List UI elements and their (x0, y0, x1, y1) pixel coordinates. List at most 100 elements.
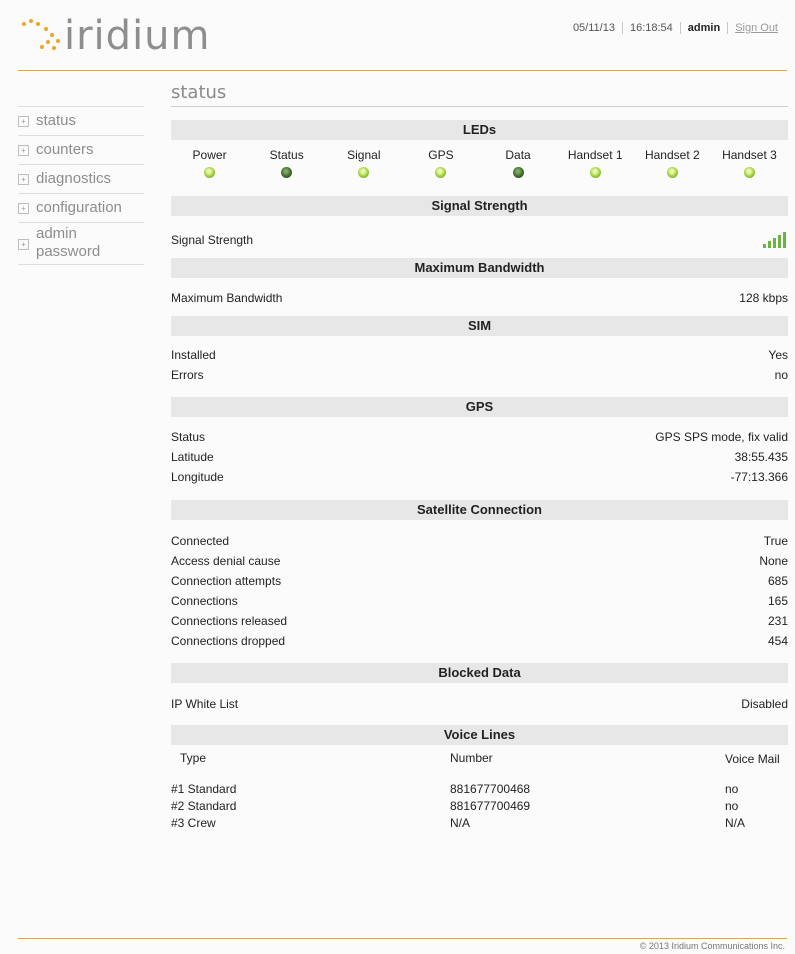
cell-number: 881677700469 (450, 799, 531, 813)
header-divider (18, 70, 787, 71)
sidebar-item-counters[interactable]: + counters (18, 136, 144, 165)
row-label: Installed (171, 348, 216, 362)
current-user: admin (681, 22, 729, 34)
table-row: #3 Crew N/A N/A (171, 815, 788, 832)
row-value: Yes (768, 348, 788, 362)
sim-errors-row: Errors no (171, 365, 788, 385)
led-label: Data (505, 148, 531, 162)
table-header: Type Number Voice Mail (171, 745, 788, 781)
led-handset-1: Handset 1 (557, 140, 634, 196)
row-label: Connections released (171, 614, 288, 628)
sat-connections-row: Connections 165 (171, 591, 788, 611)
sidebar-item-configuration[interactable]: + configuration (18, 194, 144, 223)
led-label: Power (192, 148, 227, 162)
led-power: Power (171, 140, 248, 196)
led-status: Status (248, 140, 325, 196)
sat-released-row: Connections released 231 (171, 611, 788, 631)
row-label: IP White List (171, 697, 239, 711)
row-value: 685 (767, 574, 788, 588)
row-value: -77:13.366 (730, 470, 788, 484)
sidebar-item-label: admin password (36, 225, 101, 260)
sat-dropped-row: Connections dropped 454 (171, 631, 788, 651)
gps-latitude-row: Latitude 38:55.435 (171, 447, 788, 467)
sat-attempts-row: Connection attempts 685 (171, 571, 788, 591)
date-display: 05/11/13 (566, 22, 623, 34)
row-label: Status (171, 430, 206, 444)
cell-voicemail: N/A (725, 816, 746, 830)
max-bandwidth-heading: Maximum Bandwidth (171, 258, 788, 278)
row-value: no (774, 368, 788, 382)
led-gps: GPS (402, 140, 479, 196)
sidebar-item-label: status (36, 112, 77, 129)
led-handset-2: Handset 2 (634, 140, 711, 196)
led-dark-icon (512, 167, 524, 178)
row-label: Maximum Bandwidth (171, 291, 283, 305)
led-label: Handset 1 (567, 148, 623, 162)
led-label: Signal (347, 148, 381, 162)
voice-lines-table: Type Number Voice Mail #1 Standard 88167… (171, 745, 788, 832)
expand-icon: + (18, 116, 29, 127)
led-label: Handset 3 (722, 148, 777, 162)
led-green-icon (666, 167, 678, 178)
sim-installed-row: Installed Yes (171, 345, 788, 365)
led-green-icon (204, 167, 216, 178)
row-label: Connected (171, 534, 230, 548)
row-label: Longitude (171, 470, 224, 484)
row-value: GPS SPS mode, fix valid (655, 430, 788, 444)
row-value: True (763, 534, 788, 548)
signal-strength-row: Signal Strength (171, 216, 788, 258)
sat-access-denial-row: Access denial cause None (171, 551, 788, 571)
main-content: status LEDs Power Status Signal GPS Data… (171, 82, 788, 832)
column-header-voice-mail: Voice Mail (725, 752, 780, 766)
leds-heading: LEDs (171, 120, 788, 140)
row-value: 165 (767, 594, 788, 608)
led-green-icon (589, 167, 601, 178)
sidebar-item-admin-password[interactable]: + admin password (18, 223, 144, 265)
expand-icon: + (18, 174, 29, 185)
cell-voicemail: no (725, 782, 739, 796)
logo-text: iridium (64, 13, 211, 59)
row-value: None (759, 554, 788, 568)
row-label: Connection attempts (171, 574, 282, 588)
signal-bars-icon (763, 232, 786, 248)
ip-white-list-row: IP White List Disabled (171, 694, 788, 714)
row-value: 454 (767, 634, 788, 648)
row-label: Access denial cause (171, 554, 281, 568)
row-value: 38:55.435 (734, 450, 788, 464)
row-label: Connections (171, 594, 238, 608)
sidebar-item-label: counters (36, 141, 94, 158)
led-signal: Signal (325, 140, 402, 196)
led-label: Status (269, 148, 304, 162)
cell-type: #3 Crew (171, 816, 216, 830)
signal-strength-heading: Signal Strength (171, 196, 788, 216)
sign-out-link[interactable]: Sign Out (728, 22, 785, 34)
cell-number: N/A (450, 816, 471, 830)
led-data: Data (480, 140, 557, 196)
cell-type: #1 Standard (171, 782, 237, 796)
row-label: Latitude (171, 450, 214, 464)
footer-divider (18, 938, 787, 939)
led-dark-icon (281, 167, 293, 178)
led-green-icon (358, 167, 370, 178)
expand-icon: + (18, 145, 29, 156)
top-status-bar: 05/11/13 16:18:54 admin Sign Out (566, 22, 785, 34)
expand-icon: + (18, 239, 29, 250)
satellite-connection-heading: Satellite Connection (171, 500, 788, 520)
sim-heading: SIM (171, 316, 788, 336)
signal-strength-label: Signal Strength (171, 233, 254, 247)
row-label: Errors (171, 368, 204, 382)
sidebar-item-status[interactable]: + status (18, 106, 144, 136)
led-label: Handset 2 (644, 148, 700, 162)
iridium-logo: iridium (20, 10, 260, 60)
sidebar-item-diagnostics[interactable]: + diagnostics (18, 165, 144, 194)
voice-lines-heading: Voice Lines (171, 725, 788, 745)
led-handset-3: Handset 3 (711, 140, 788, 196)
blocked-data-heading: Blocked Data (171, 663, 788, 683)
sidebar-nav: + status + counters + diagnostics + conf… (18, 106, 144, 265)
column-header-number: Number (450, 751, 493, 765)
led-green-icon (435, 167, 447, 178)
sidebar-item-label: diagnostics (36, 170, 112, 187)
row-label: Connections dropped (171, 634, 286, 648)
sat-connected-row: Connected True (171, 531, 788, 551)
max-bandwidth-row: Maximum Bandwidth 128 kbps (171, 288, 788, 308)
